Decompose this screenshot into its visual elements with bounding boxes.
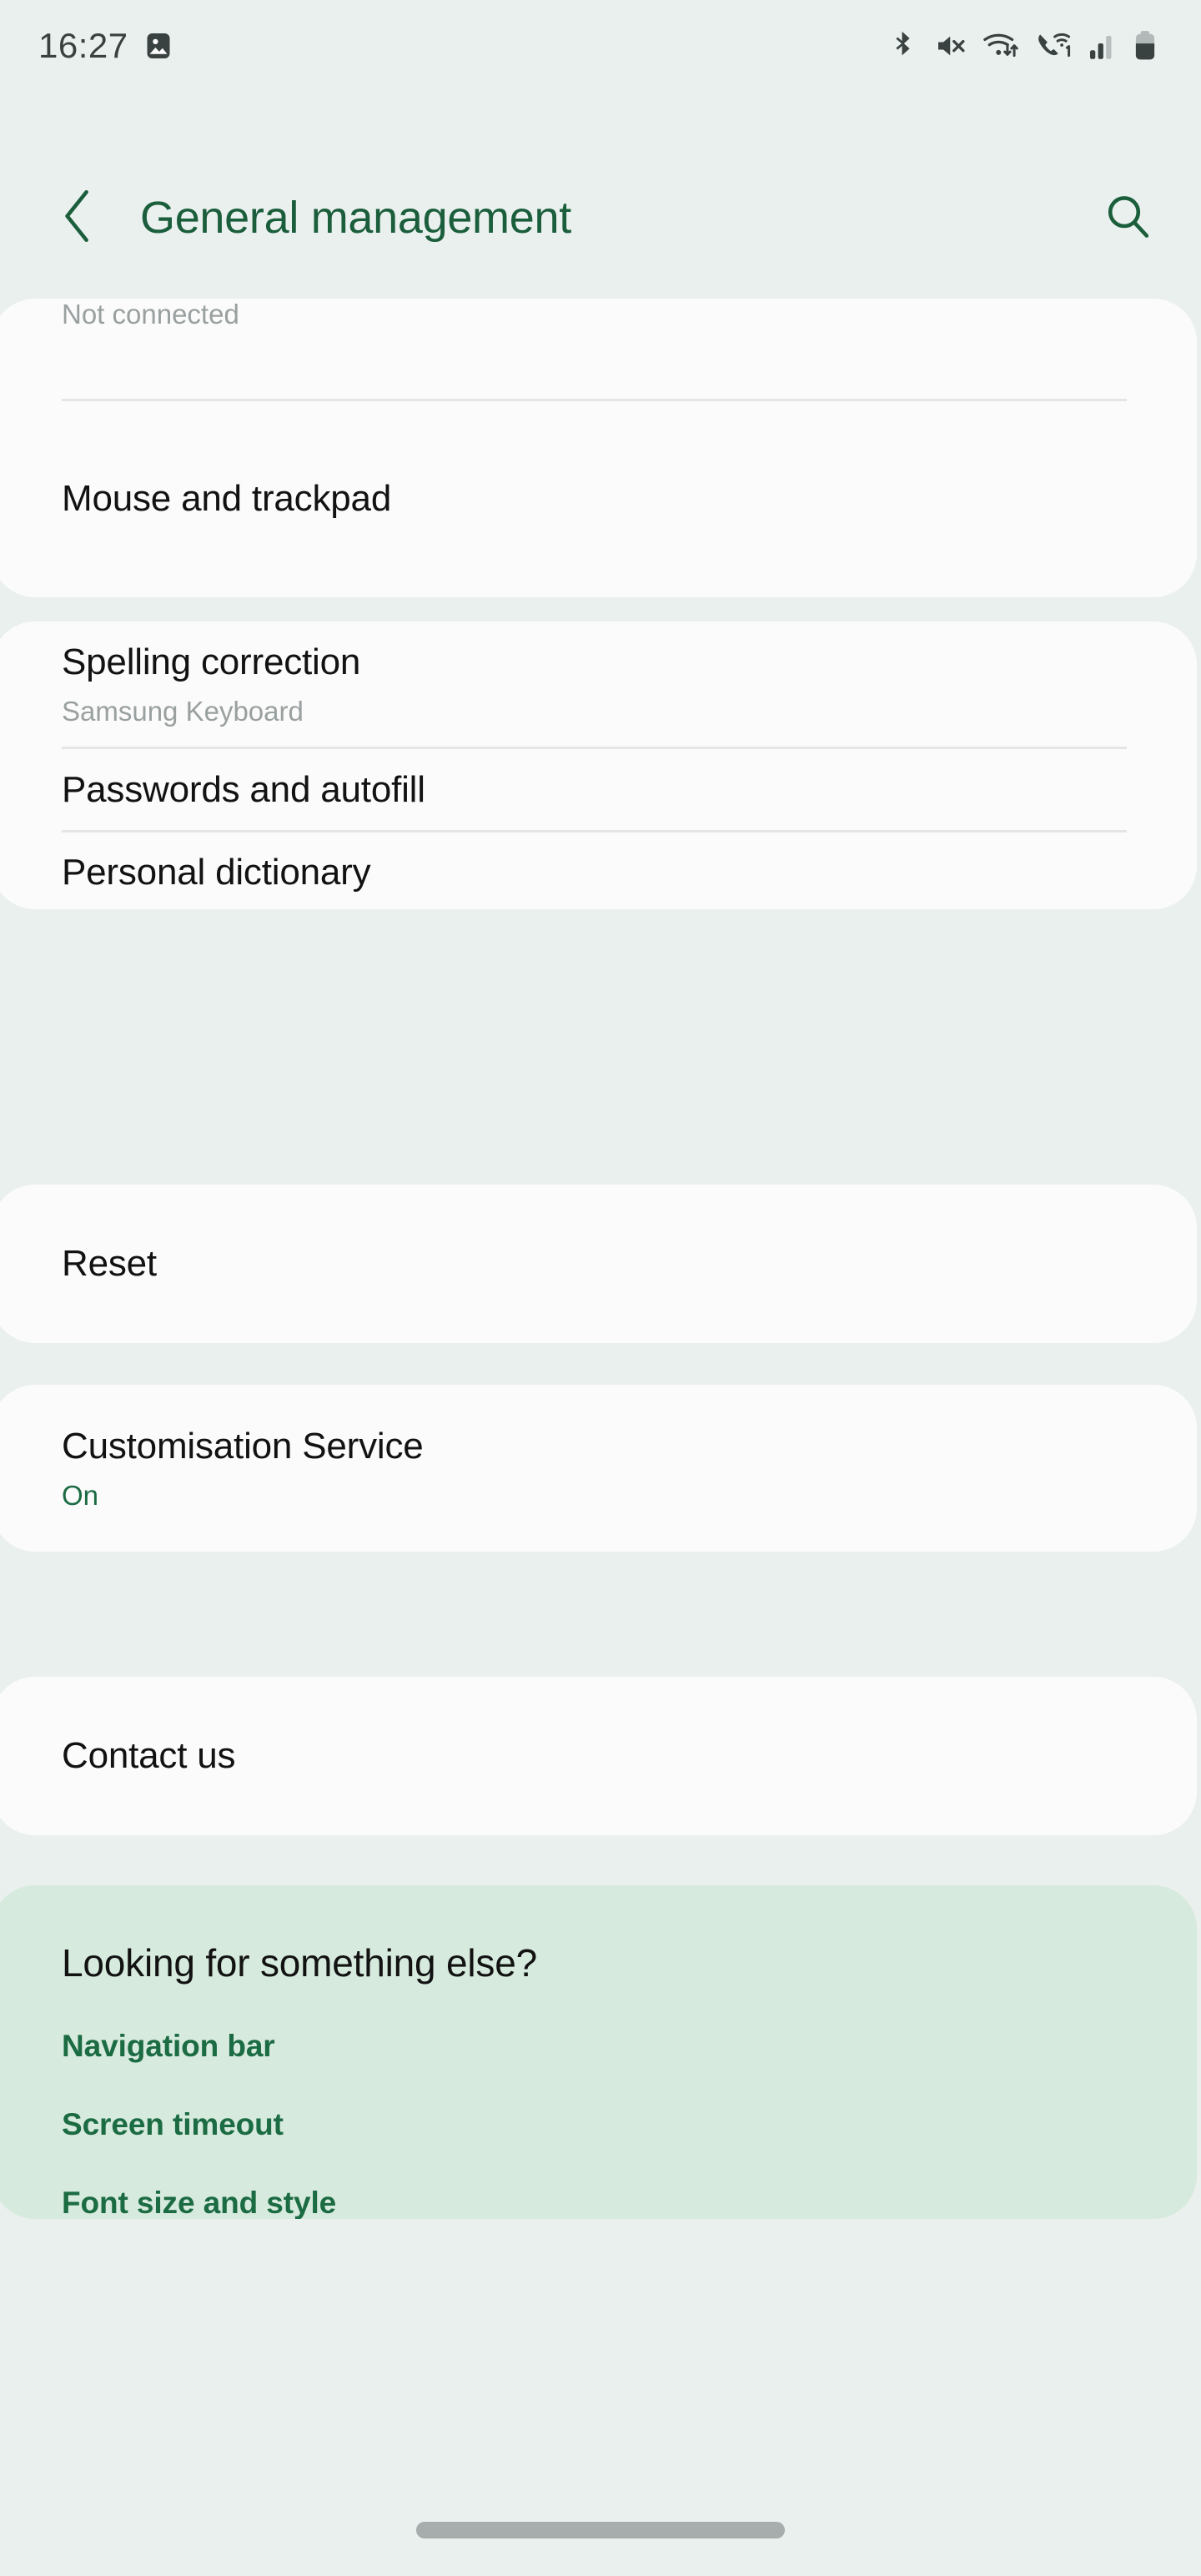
settings-card-connections: Not connected Mouse and trackpad	[0, 299, 1197, 597]
list-item-customisation-service[interactable]: Customisation Service On	[0, 1385, 1197, 1552]
list-item-mouse-and-trackpad[interactable]: Mouse and trackpad	[0, 401, 1197, 596]
suggestion-link-navigation-bar[interactable]: Navigation bar	[0, 2029, 1197, 2064]
row-subtitle: Not connected	[62, 299, 239, 330]
list-item-personal-dictionary[interactable]: Personal dictionary	[0, 833, 1197, 909]
wifi-data-icon	[983, 30, 1020, 62]
list-item-spelling-correction[interactable]: Spelling correction Samsung Keyboard	[0, 621, 1197, 747]
back-chevron-icon	[59, 189, 98, 248]
page-title: General management	[140, 193, 571, 243]
status-bar: 16:27	[0, 0, 1201, 92]
mute-icon	[934, 31, 967, 61]
row-subtitle: Samsung Keyboard	[62, 695, 304, 727]
bluetooth-icon	[888, 30, 918, 62]
settings-card-input: Spelling correction Samsung Keyboard Pas…	[0, 621, 1197, 909]
status-clock: 16:27	[38, 26, 128, 65]
row-title: Mouse and trackpad	[62, 478, 392, 520]
suggestion-link-screen-timeout[interactable]: Screen timeout	[0, 2107, 1197, 2142]
settings-card-customisation-service: Customisation Service On	[0, 1385, 1197, 1552]
status-bar-left: 16:27	[38, 28, 173, 63]
row-title: Reset	[62, 1243, 157, 1285]
settings-card-contact-us: Contact us	[0, 1677, 1197, 1835]
search-icon	[1103, 191, 1153, 245]
list-item[interactable]: Not connected	[0, 299, 1197, 399]
back-button[interactable]	[47, 186, 110, 249]
suggestions-card: Looking for something else? Navigation b…	[0, 1885, 1197, 2219]
row-title: Contact us	[62, 1735, 236, 1777]
row-title: Customisation Service	[62, 1426, 424, 1467]
search-button[interactable]	[1096, 186, 1159, 249]
navigation-gesture-bar	[0, 2484, 1201, 2576]
settings-scroll-area[interactable]: Not connected Mouse and trackpad Spellin…	[0, 275, 1201, 2469]
suggestion-link-font-size-and-style[interactable]: Font size and style	[0, 2186, 1197, 2219]
home-gesture-handle[interactable]	[416, 2522, 785, 2538]
image-icon	[143, 31, 173, 61]
status-bar-right	[888, 30, 1158, 62]
signal-bars-icon	[1088, 31, 1117, 61]
row-title: Passwords and autofill	[62, 768, 425, 810]
settings-card-reset: Reset	[0, 1185, 1197, 1343]
list-item-contact-us[interactable]: Contact us	[0, 1677, 1197, 1835]
wifi-calling-icon	[1036, 30, 1073, 62]
battery-icon	[1133, 30, 1158, 62]
app-header: General management	[0, 164, 1201, 272]
list-item-reset[interactable]: Reset	[0, 1185, 1197, 1343]
suggestions-title: Looking for something else?	[62, 1941, 537, 1985]
row-title: Personal dictionary	[62, 851, 371, 893]
list-item-passwords-and-autofill[interactable]: Passwords and autofill	[0, 749, 1197, 830]
row-subtitle-status: On	[62, 1479, 99, 1511]
row-title: Spelling correction	[62, 641, 361, 683]
